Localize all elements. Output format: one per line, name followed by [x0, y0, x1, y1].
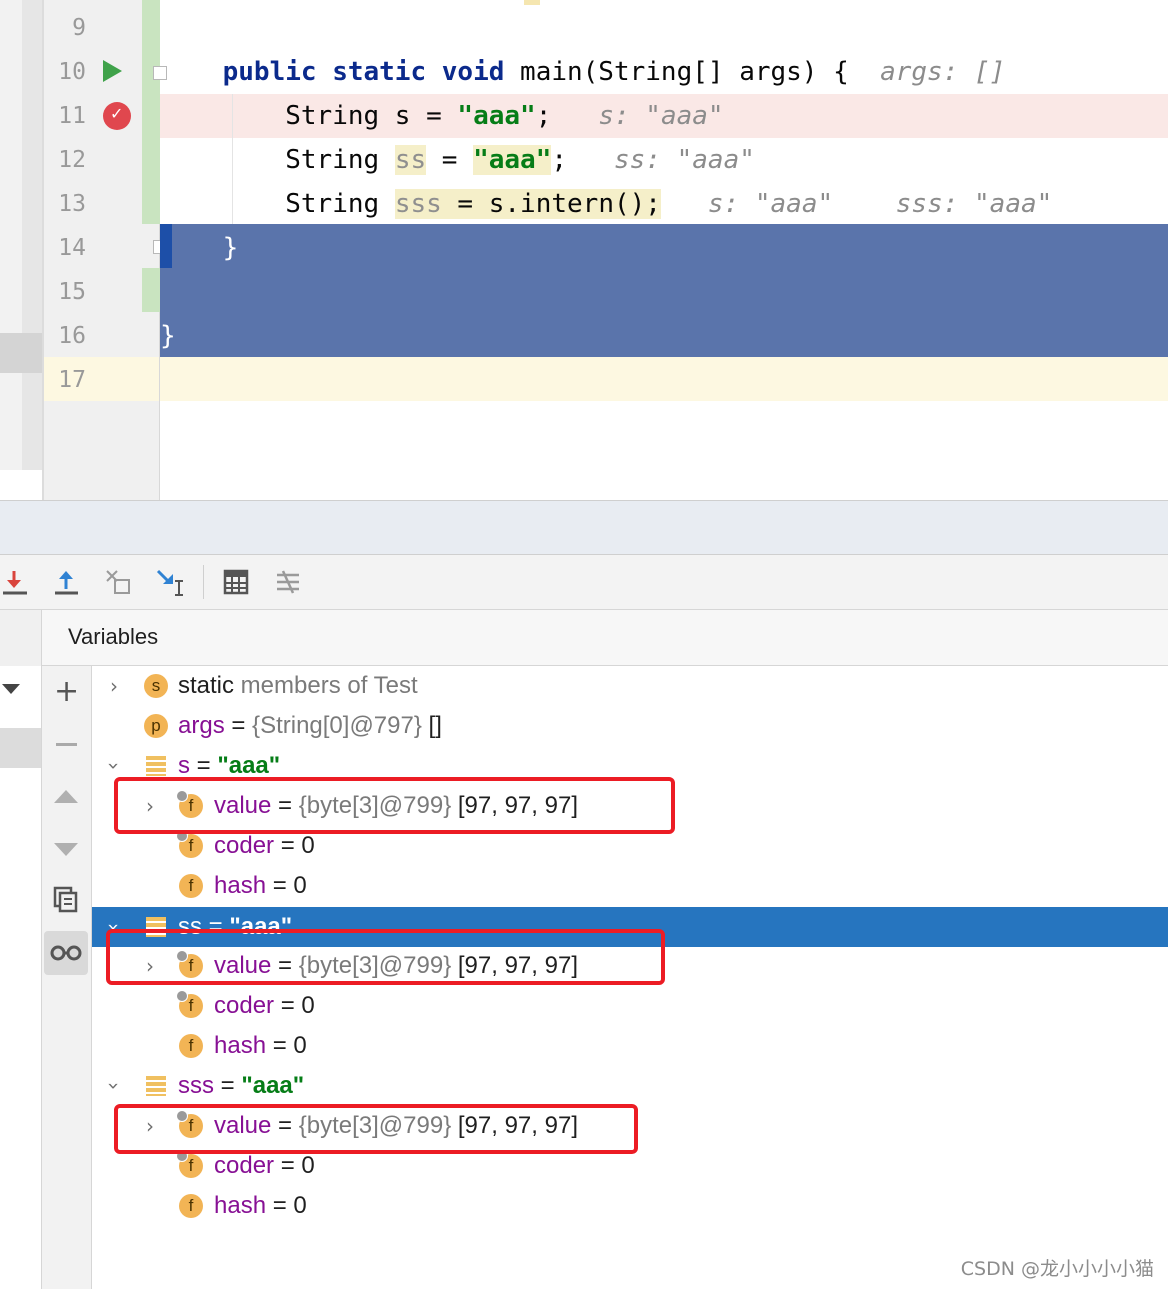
- field-badge-icon: f: [176, 830, 203, 858]
- parameter-badge-icon: p: [144, 714, 168, 738]
- tree-row-ss-hash[interactable]: f hash = 0: [92, 1026, 1168, 1066]
- variable-entry: hash = 0: [214, 872, 307, 899]
- chevron-down-icon[interactable]: ›: [102, 756, 126, 776]
- variable-entry: coder = 0: [214, 992, 315, 1019]
- evaluate-expression-icon[interactable]: [221, 567, 251, 597]
- highlight-box: [106, 929, 665, 985]
- inline-debug-hint: sss: "aaa": [895, 189, 1053, 219]
- code-line-12[interactable]: String ss = "aaa"; ss: "aaa": [160, 138, 1168, 182]
- run-main-icon[interactable]: [103, 60, 122, 82]
- variables-side-toolbar: [42, 666, 92, 1289]
- chevron-right-icon[interactable]: ›: [104, 674, 124, 698]
- breakpoint-check-icon: ✓: [110, 104, 124, 123]
- line-number: 10: [58, 59, 86, 85]
- local-variable-icon: [146, 1076, 166, 1096]
- line-number: 16: [58, 323, 86, 349]
- highlight-box: [114, 777, 675, 834]
- code-line-13[interactable]: String sss = s.intern(); s: "aaa" sss: "…: [160, 182, 1168, 226]
- drop-frame-icon[interactable]: [103, 567, 133, 597]
- indent-guide: [232, 94, 233, 224]
- move-down-icon[interactable]: [54, 843, 78, 856]
- editor-left-strip: [0, 0, 22, 470]
- panel-divider[interactable]: [0, 500, 1168, 555]
- frames-selected-marker: [0, 728, 41, 768]
- editor-left-strip-marker: [0, 333, 42, 373]
- code-line-11[interactable]: String s = "aaa"; s: "aaa": [160, 94, 1168, 138]
- duplicate-watch-icon[interactable]: [53, 886, 79, 914]
- code-line-10[interactable]: public static void main(String[] args) {…: [160, 50, 1168, 94]
- tree-row-args[interactable]: p args = {String[0]@797} []: [92, 706, 1168, 746]
- field-badge-icon: f: [179, 1034, 203, 1058]
- field-badge-icon: f: [176, 990, 203, 1018]
- variable-entry: hash = 0: [214, 1192, 307, 1219]
- static-badge-icon: s: [144, 674, 168, 698]
- move-up-icon[interactable]: [54, 790, 78, 803]
- line-number: 15: [58, 279, 86, 305]
- variable-entry: coder = 0: [214, 1152, 315, 1179]
- variables-header: [0, 610, 1168, 666]
- field-badge-icon: f: [179, 874, 203, 898]
- line-number: 17: [58, 367, 86, 393]
- add-watch-icon[interactable]: +: [54, 675, 79, 709]
- chevron-down-icon[interactable]: [2, 684, 20, 694]
- variables-header-left: [0, 610, 42, 666]
- line-number: 13: [58, 191, 86, 217]
- trace-stream-icon[interactable]: [273, 567, 303, 597]
- editor-left-edge: [22, 0, 42, 470]
- chevron-down-icon[interactable]: ›: [102, 1076, 126, 1096]
- variable-entry: hash = 0: [214, 1032, 307, 1059]
- variable-entry: sss = "aaa": [178, 1072, 305, 1099]
- debug-toolbar: [0, 555, 1168, 610]
- inline-debug-hint: ss: "aaa": [614, 145, 755, 175]
- field-badge-icon: f: [179, 1194, 203, 1218]
- local-variable-icon: [146, 756, 166, 776]
- run-to-cursor-icon[interactable]: [155, 567, 185, 597]
- inline-debug-hint: s: "aaa": [707, 189, 834, 219]
- highlight-box: [114, 1104, 638, 1154]
- toolbar-separator: [203, 565, 204, 599]
- vcs-change-marker[interactable]: [142, 268, 160, 312]
- vcs-change-marker[interactable]: [142, 0, 160, 224]
- tree-row-s-hash[interactable]: f hash = 0: [92, 866, 1168, 906]
- line-number: 11: [58, 103, 86, 129]
- code-line-14[interactable]: }: [160, 226, 1168, 270]
- variable-name: static members of Test: [178, 672, 418, 699]
- line-number: 9: [72, 15, 86, 41]
- field-badge-icon: f: [176, 1150, 203, 1178]
- tree-row-ss-coder[interactable]: f coder = 0: [92, 986, 1168, 1026]
- line-number: 14: [58, 235, 86, 261]
- inline-debug-hint: s: "aaa": [598, 101, 724, 131]
- variable-entry: coder = 0: [214, 832, 315, 859]
- caret-marker: [524, 0, 540, 5]
- tree-row-sss-hash[interactable]: f hash = 0: [92, 1186, 1168, 1226]
- step-out-icon[interactable]: [52, 567, 82, 597]
- variables-title: Variables: [68, 624, 159, 649]
- line-number: 12: [58, 147, 86, 173]
- variable-entry: args = {String[0]@797} []: [178, 712, 442, 739]
- inline-debug-hint: args: []: [880, 57, 1006, 87]
- step-into-icon[interactable]: [1, 567, 31, 597]
- tree-row-sss[interactable]: › sss = "aaa": [92, 1066, 1168, 1106]
- tree-row-static-members[interactable]: › s static members of Test: [92, 666, 1168, 706]
- code-line-17[interactable]: [160, 357, 1168, 401]
- remove-watch-icon[interactable]: [56, 743, 77, 746]
- watermark: CSDN @龙小小小小猫: [960, 1258, 1154, 1280]
- glasses-icon: [50, 945, 82, 961]
- code-line-16[interactable]: }: [160, 314, 1168, 358]
- code-editor[interactable]: 9 10 11 12 13 14 15 16 17 ✓ public stati…: [0, 0, 1168, 500]
